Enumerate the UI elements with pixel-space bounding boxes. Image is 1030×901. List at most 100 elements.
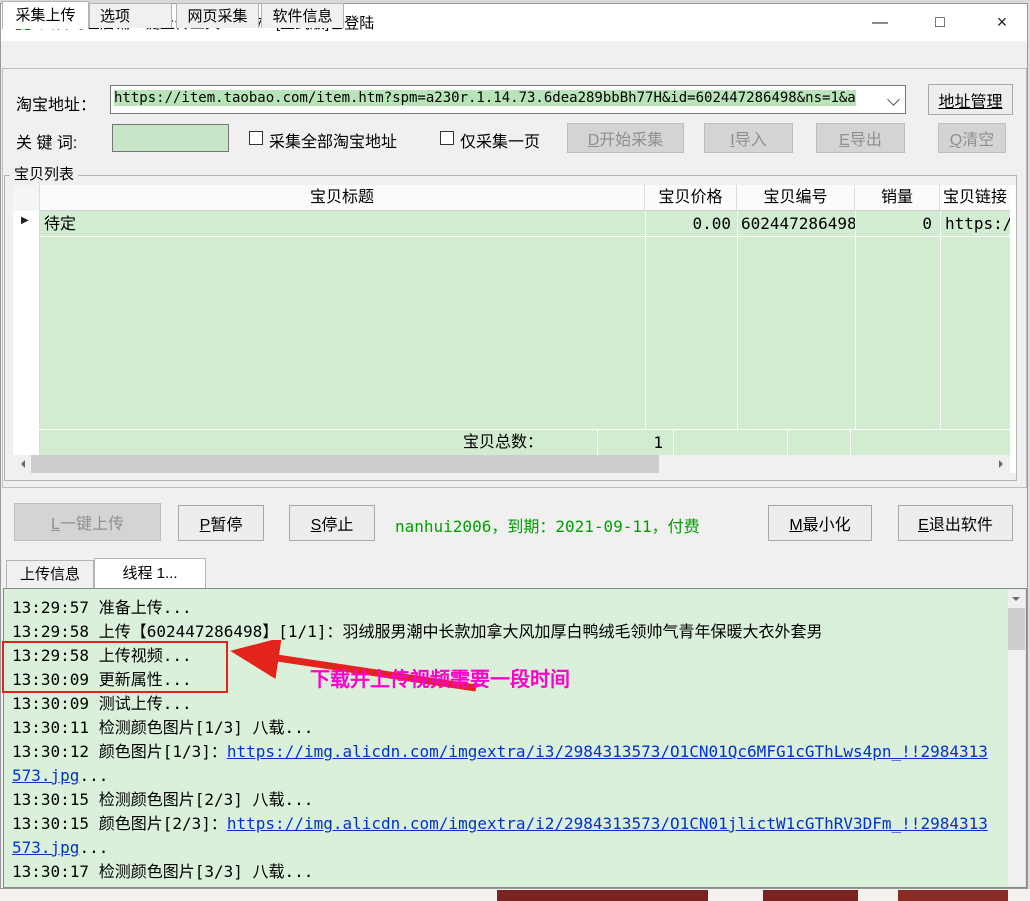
hotkey-letter: L [51,516,60,533]
cell-price: 0.00 [645,211,737,237]
tab-thread-1[interactable]: 线程 1... [94,558,206,588]
chevron-down-icon[interactable] [887,93,900,106]
log-line: 13:30:11 检测颜色图片[1/3] 八载... [12,716,997,740]
scroll-right-button[interactable] [992,455,1010,473]
one-page-checkbox-label: 仅采集一页 [460,128,540,152]
current-row-marker-icon: ▶ [21,215,29,226]
log-line: 13:29:57 准备上传... [12,596,997,620]
hotkey-letter: Q [950,132,962,149]
hotkey-letter: D [588,132,600,149]
stop-button[interactable]: S停止 [289,505,375,541]
vertical-scrollbar[interactable] [1008,590,1025,886]
address-manage-button[interactable]: 地址管理 [928,84,1013,115]
tab-label: 网页采集 [187,8,247,25]
minimize-window-button[interactable]: — [857,4,903,41]
log-text: 13:30:15 颜色图片[2/3]： [12,814,227,833]
button-label: 导出 [850,132,882,149]
cell-link: https:// [945,211,1010,237]
log-text: ... [79,766,108,785]
background-fragment [898,890,1008,901]
button-label: 开始采集 [599,132,663,149]
log-line: 13:30:12 颜色图片[1/3]：https://img.alicdn.co… [12,740,997,788]
cell-item-id: 602447286498 [741,211,855,237]
total-value: 1 [597,430,663,456]
grid-right-filler [1010,185,1016,473]
tab-label: 线程 1... [122,565,177,582]
log-text: 13:30:12 颜色图片[1/3]： [12,742,227,761]
log-link[interactable]: https://img.alicdn.com/imgextra/ [227,886,535,888]
scroll-left-button[interactable] [13,455,31,473]
vertical-scrollbar-thumb[interactable] [1008,608,1025,650]
grid-total-row: 宝贝总数： 1 [13,429,1010,455]
import-button[interactable]: I导入 [704,123,793,153]
log-line: 13:30:17 检测颜色图片[3/3] 八载... [12,860,997,884]
maximize-window-button[interactable]: □ [917,4,963,41]
clear-button[interactable]: Q清空 [938,123,1006,153]
horizontal-scrollbar-thumb[interactable] [31,455,659,473]
product-grid: 宝贝标题 宝贝价格 宝贝编号 销量 宝贝链接 ▶ 待定 0.00 6024472… [13,185,1010,473]
log-text: 13:30:17 颜色图片[3/3]： [12,886,227,888]
maximize-icon: □ [935,14,945,31]
grid-body: ▶ 待定 0.00 602447286498 0 https:// [13,211,1010,429]
grid-header-title[interactable]: 宝贝标题 [40,185,645,211]
log-text: ... [79,838,108,857]
one-key-upload-button[interactable]: L一键上传 [14,503,161,541]
grid-header-link[interactable]: 宝贝链接 [940,185,1010,211]
tab-label: 上传信息 [20,566,80,583]
tab-upload-info[interactable]: 上传信息 [6,560,94,588]
start-collect-button[interactable]: D开始采集 [567,123,684,153]
button-label: 退出软件 [929,517,993,534]
log-text: 13:30:15 检测颜色图片[2/3] 八载... [12,790,313,809]
main-tab-strip [1,41,1027,69]
product-list-group-title: 宝贝列表 [10,163,78,184]
grid-footer-indicator [13,430,40,456]
grid-header-item-id[interactable]: 宝贝编号 [737,185,855,211]
hotkey-letter: E [918,517,929,534]
collect-all-checkbox-label: 采集全部淘宝地址 [269,128,397,152]
keyword-input[interactable] [112,124,229,152]
log-text: 13:30:11 检测颜色图片[1/3] 八载... [12,718,313,737]
button-label: 一键上传 [60,516,124,533]
minimize-app-button[interactable]: M最小化 [768,505,872,541]
taobao-url-label: 淘宝地址： [16,91,96,115]
log-panel: 13:29:57 准备上传...13:29:58 上传【602447286498… [3,588,1027,888]
exit-app-button[interactable]: E退出软件 [898,505,1013,541]
tab-label: 采集上传 [15,7,75,24]
tab-software-info[interactable]: 软件信息 [261,3,344,28]
hotkey-letter: S [311,517,322,534]
tab-label: 选项 [100,8,130,25]
license-status-text: nanhui2006，到期：2021-09-11，付费 [395,513,700,537]
tab-web-collect[interactable]: 网页采集 [176,3,259,28]
background-page-bottom-strip [0,889,1030,901]
button-label: 最小化 [803,517,851,534]
tab-label: 软件信息 [272,8,332,25]
scroll-down-button[interactable] [1008,590,1025,608]
annotation-highlight-box [2,641,228,693]
cell-sales: 0 [855,211,940,237]
grid-header-sales[interactable]: 销量 [855,185,940,211]
close-window-button[interactable]: × [979,4,1025,41]
pause-button[interactable]: P暂停 [178,505,264,541]
grid-header-row: 宝贝标题 宝贝价格 宝贝编号 销量 宝贝链接 [13,185,1010,211]
one-page-checkbox[interactable] [440,131,454,145]
table-row[interactable]: 待定 0.00 602447286498 0 https:// [40,211,1010,237]
button-label: 暂停 [210,517,242,534]
background-fragment [497,890,708,901]
minimize-icon: — [872,14,888,31]
keyword-label: 关 键 词: [16,129,77,153]
export-button[interactable]: E导出 [816,123,905,153]
horizontal-scrollbar[interactable] [13,455,1010,473]
grid-indicator-column: ▶ [13,211,40,429]
log-text: 13:30:09 测试上传... [12,694,192,713]
tab-options[interactable]: 选项 [89,3,172,28]
grid-header-price[interactable]: 宝贝价格 [645,185,737,211]
collect-all-checkbox[interactable] [249,131,263,145]
application-root: 天音淘宝店铺一键上传工具 V3.07.1[正式版]已登陆 — □ × 采集上传 … [0,0,1030,901]
taobao-url-combobox[interactable]: https://item.taobao.com/item.htm?spm=a23… [110,85,906,114]
tab-collect-upload[interactable]: 采集上传 [2,1,89,29]
hotkey-letter: M [789,517,802,534]
log-line: 13:30:09 测试上传... [12,692,997,716]
highlighted-url-text: https://item.taobao.com/item.htm?spm=a23… [114,90,856,106]
total-label: 宝贝总数： [343,430,543,456]
grid-header-indicator [13,185,40,211]
